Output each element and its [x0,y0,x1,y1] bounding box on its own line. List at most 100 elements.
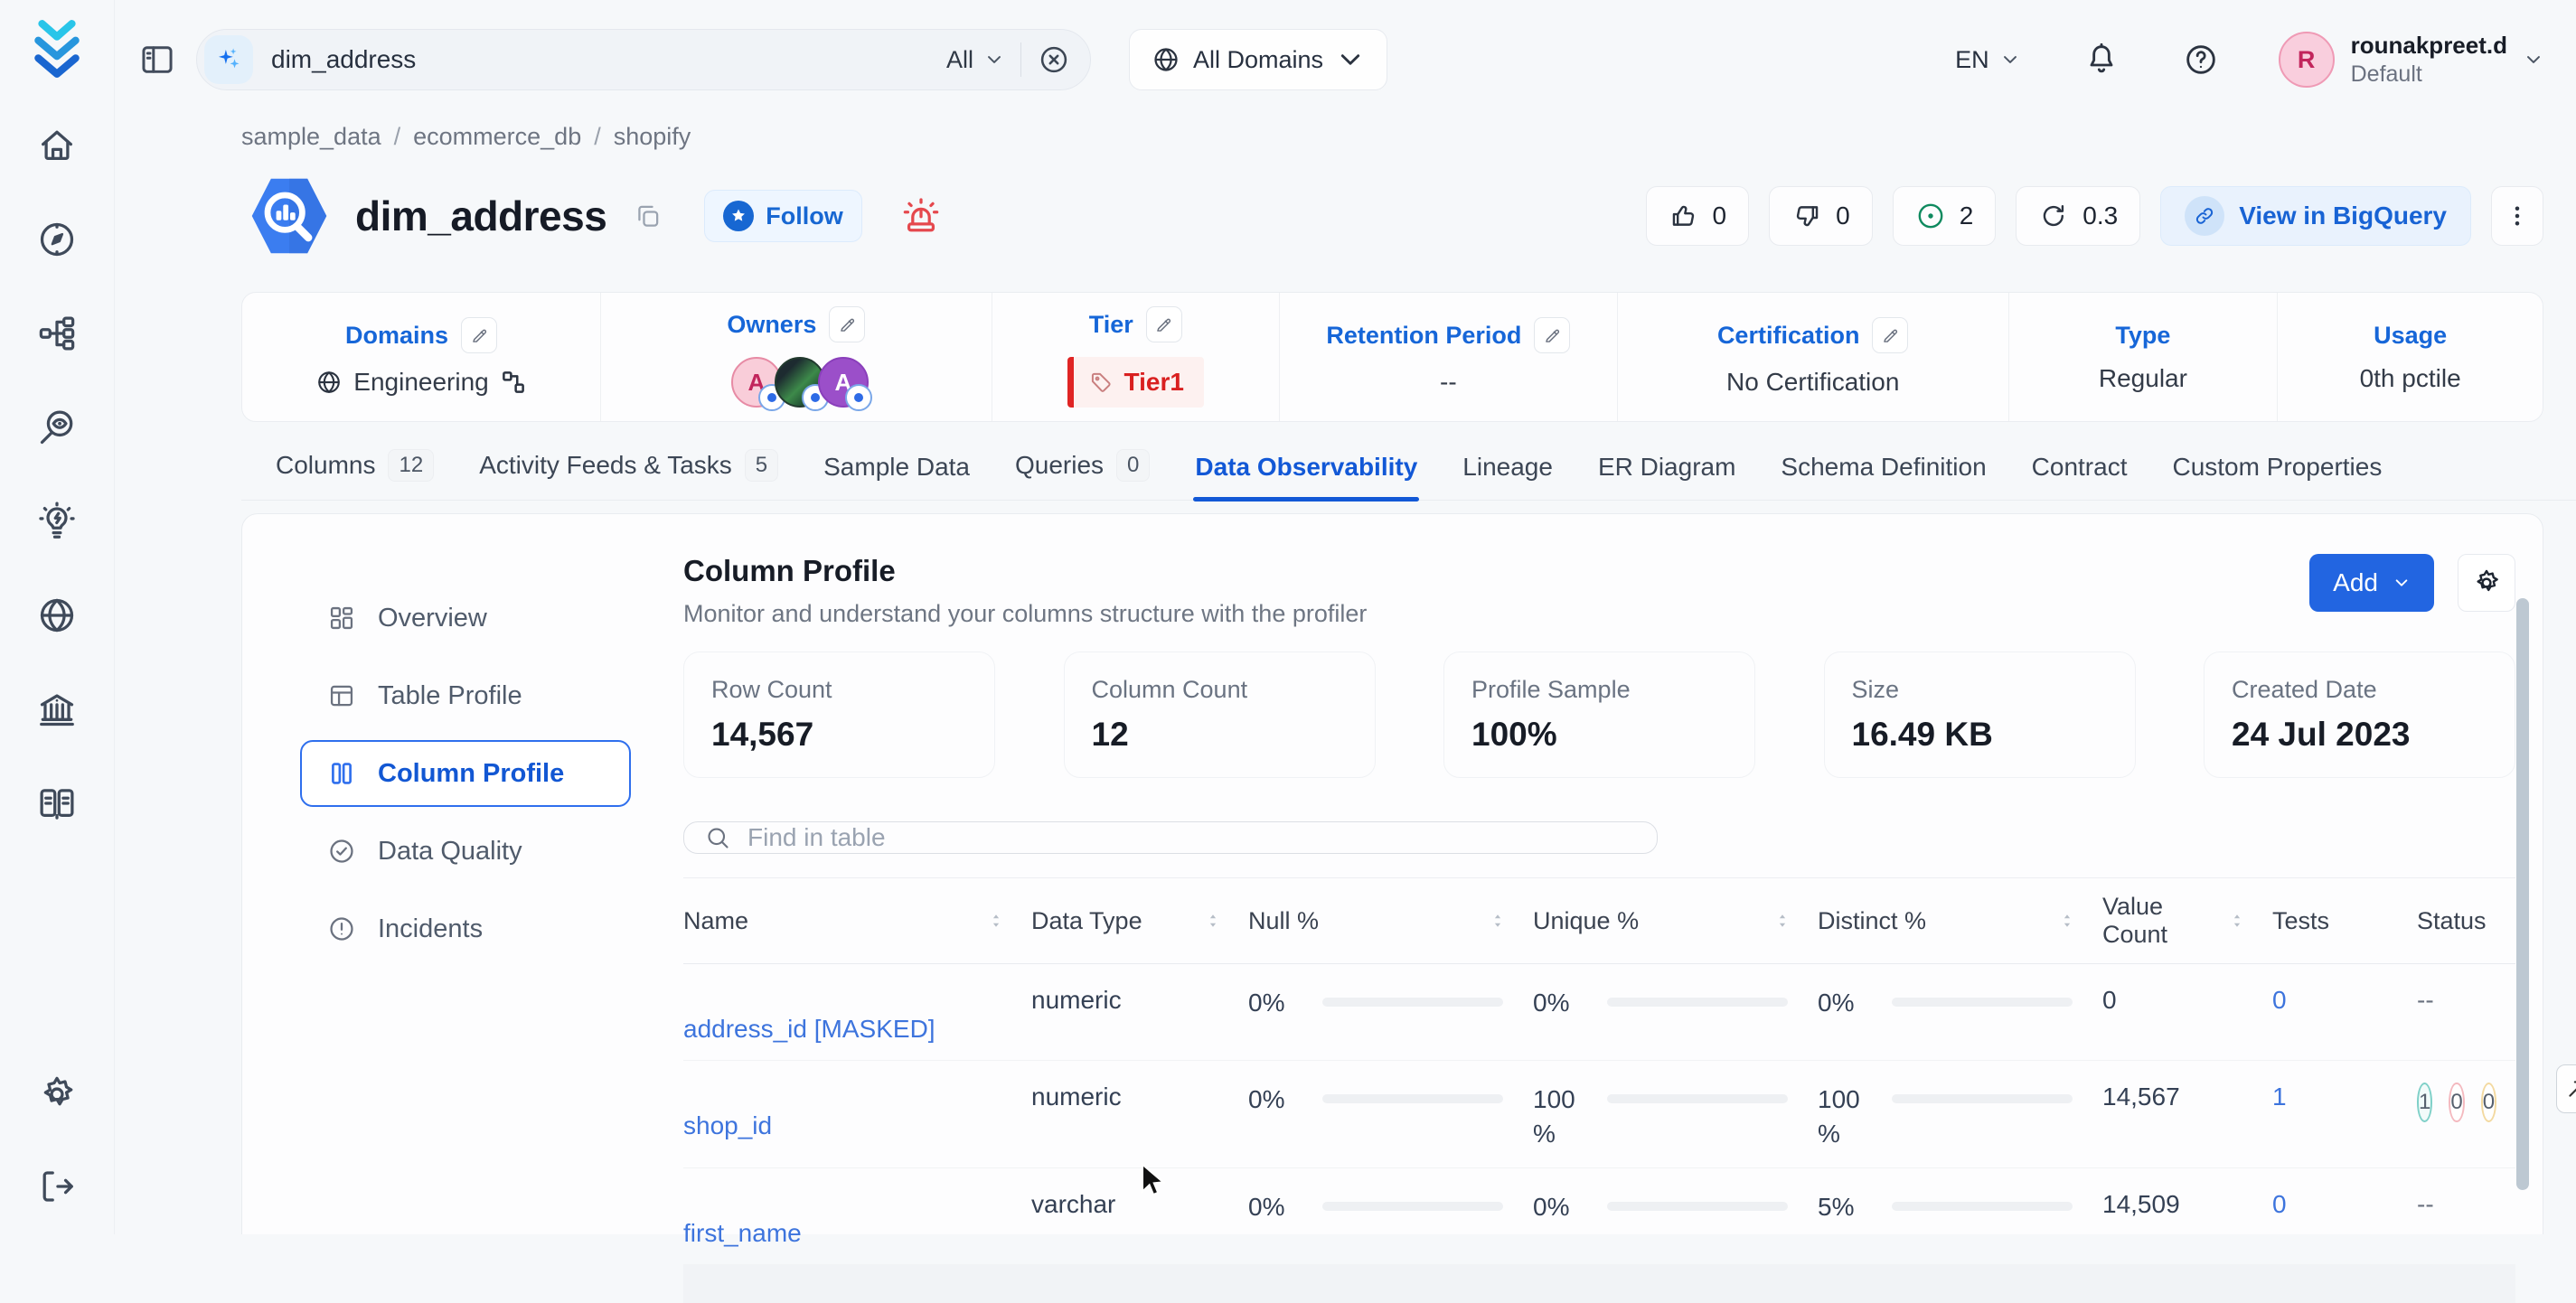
profiler-nav-item[interactable]: Column Profile [300,740,631,807]
edit-owners-button[interactable] [829,306,865,342]
domains-value[interactable]: Engineering [353,368,488,397]
search-scope-dropdown[interactable]: All [946,46,1004,74]
table-column-header[interactable]: Name [683,893,1031,949]
distinct-pct-cell: 0% [1818,964,2102,1036]
stat-chip[interactable]: 2 [1893,186,1997,246]
tab[interactable]: Lineage [1461,453,1555,500]
search-scope-value: All [946,46,973,74]
column-name-link[interactable]: address_id [MASKED] [683,1015,935,1043]
table-column-header[interactable]: Data Type [1031,893,1248,949]
breadcrumb-link[interactable]: sample_data [241,123,381,151]
column-name-link[interactable]: shop_id [683,1111,772,1139]
summary-card-value: 24 Jul 2023 [2232,716,2487,754]
data-type-cell: numeric [1031,1061,1248,1128]
tests-link[interactable]: 0 [2272,1190,2287,1218]
column-name-link[interactable]: first_name [683,1219,802,1247]
language-dropdown[interactable]: EN [1955,46,2020,74]
table-column-header[interactable]: Value Count [2102,893,2272,949]
edge-widget-partial[interactable] [2556,1064,2576,1113]
rail-nav-item[interactable] [36,407,78,448]
tab[interactable]: Schema Definition [1779,453,1988,500]
edit-domains-button[interactable] [461,317,497,353]
tab[interactable]: Columns 12 [274,449,436,500]
tests-link[interactable]: 1 [2272,1083,2287,1111]
clear-search-icon[interactable] [1038,43,1070,76]
tab[interactable]: ER Diagram [1596,453,1737,500]
sort-icon[interactable] [986,909,1006,933]
sort-icon[interactable] [1772,909,1792,933]
status-failed-badge[interactable]: 0 [2449,1083,2464,1122]
sidebar-toggle-icon[interactable] [138,41,176,79]
sort-icon[interactable] [2227,909,2247,933]
column-profile-content: Column Profile Monitor and understand yo… [683,554,2515,1234]
help-icon[interactable] [2183,42,2219,78]
collate-logo-icon[interactable] [27,18,87,78]
profiler-settings-button[interactable] [2458,554,2515,612]
usage-value: 0th pctile [2360,364,2461,393]
tab[interactable]: Contract [2030,453,2129,500]
sort-icon[interactable] [1488,909,1508,933]
table-column-header[interactable]: Tests [2272,893,2417,949]
summary-card-value: 14,567 [711,716,967,754]
profiler-nav-item[interactable]: Data Quality [300,818,631,885]
certification-label: Certification [1717,322,1860,350]
alert-circle-icon [327,914,356,943]
profiler-nav-item[interactable]: Table Profile [300,662,631,729]
tests-link[interactable]: 0 [2272,986,2287,1014]
sort-icon[interactable] [2057,909,2077,933]
global-search-input[interactable] [269,44,930,75]
table-column-header[interactable]: Status [2417,893,2515,949]
edit-certification-button[interactable] [1872,317,1908,353]
rail-nav-item[interactable] [36,219,78,260]
rail-bottom-item[interactable] [36,1073,78,1115]
column-header-label: Tests [2272,907,2329,935]
stat-chip[interactable]: 0 [1769,186,1873,246]
edit-tier-button[interactable] [1146,306,1182,342]
tier-chip[interactable]: Tier1 [1067,357,1204,408]
table-column-header[interactable]: Distinct % [1818,893,2102,949]
more-actions-button[interactable] [2491,186,2543,246]
user-menu[interactable]: R rounakpreet.d Default [2279,31,2543,89]
domain-filter-button[interactable]: All Domains [1129,29,1387,90]
rail-nav-item[interactable] [36,313,78,354]
edit-retention-button[interactable] [1534,317,1570,353]
stat-chip[interactable]: 0.3 [2016,186,2140,246]
breadcrumb-link[interactable]: ecommerce_db [413,123,581,151]
rail-nav-item[interactable] [36,689,78,730]
profiler-nav-item[interactable]: Overview [300,585,631,652]
tab-label: Schema Definition [1781,453,1986,482]
status-success-badge[interactable]: 1 [2417,1083,2432,1122]
rail-nav-item[interactable] [36,783,78,824]
view-in-source-button[interactable]: View in BigQuery [2160,186,2471,246]
notifications-bell-icon[interactable] [2083,42,2120,78]
rail-nav-item[interactable] [36,595,78,636]
status-aborted-badge[interactable]: 0 [2481,1083,2496,1122]
section-title: Column Profile [683,554,1367,588]
follow-button[interactable]: Follow [704,190,861,242]
table-column-header[interactable]: Unique % [1533,893,1818,949]
tab[interactable]: Data Observability [1193,453,1419,500]
observability-panel: Overview Table Profile Column Profile [241,513,2543,1234]
tab[interactable]: Custom Properties [2170,453,2383,500]
vertical-scrollbar[interactable] [2516,598,2529,1190]
rail-bottom-item[interactable] [36,1166,78,1207]
table-column-header[interactable]: Null % [1248,893,1533,949]
global-search-bar[interactable]: All [196,29,1091,90]
usage-label: Usage [2374,322,2447,350]
rail-nav-item[interactable] [36,125,78,166]
tab[interactable]: Sample Data [822,453,972,500]
breadcrumb-link[interactable]: shopify [614,123,691,151]
alert-siren-icon[interactable] [900,195,942,237]
tab[interactable]: Activity Feeds & Tasks 5 [477,449,780,500]
sort-icon[interactable] [1203,909,1223,933]
add-button[interactable]: Add [2309,554,2434,612]
profiler-nav-item[interactable]: Incidents [300,895,631,962]
stat-chip[interactable]: 0 [1646,186,1750,246]
copy-name-icon[interactable] [634,202,663,230]
owner-avatar[interactable]: A [818,357,869,408]
rail-nav-item[interactable] [36,501,78,542]
table-search-box[interactable] [683,821,1658,854]
tab[interactable]: Queries 0 [1013,449,1152,500]
table-search-input[interactable] [746,822,1637,853]
type-value: Regular [2099,364,2187,393]
